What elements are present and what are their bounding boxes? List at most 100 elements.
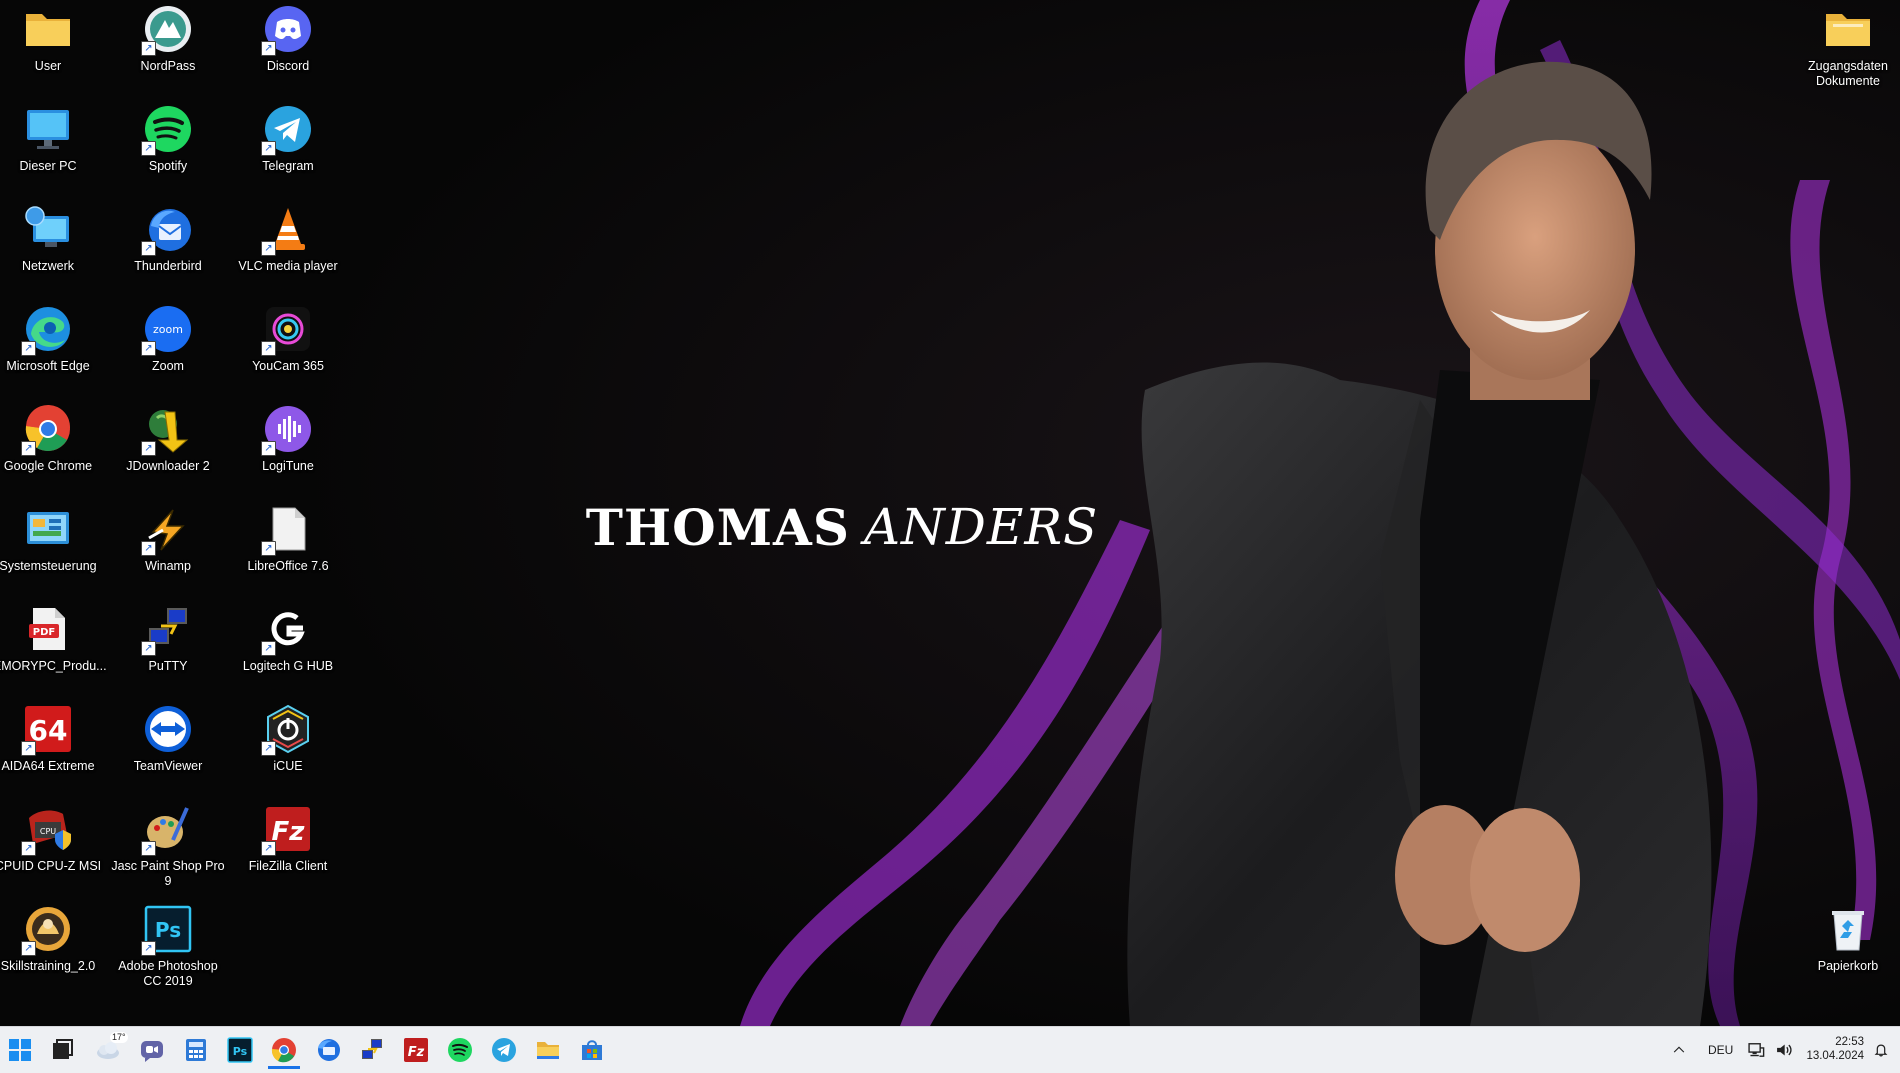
desktop-icon-label: Jasc Paint Shop Pro 9 <box>111 859 225 888</box>
taskbar-chrome-button[interactable] <box>268 1034 300 1069</box>
svg-text:zoom: zoom <box>153 323 183 336</box>
tray-clock[interactable]: 22:53 13.04.2024 <box>1804 1035 1864 1063</box>
tray-network-button[interactable] <box>1742 1034 1770 1066</box>
taskbar-store-button[interactable] <box>576 1034 608 1066</box>
taskbar-photoshop-button[interactable]: Ps <box>224 1034 256 1066</box>
desktop-icon-filezilla[interactable]: Fz ↗ FileZilla Client <box>228 800 348 896</box>
desktop-icon-label: CPUID CPU-Z MSI <box>0 859 102 873</box>
desktop-icon-aida64[interactable]: 64 ↗ AIDA64 Extreme <box>0 700 108 796</box>
tray-volume-button[interactable] <box>1770 1034 1798 1066</box>
shortcut-arrow-icon: ↗ <box>141 941 156 956</box>
desktop-icon-skillstraining[interactable]: ↗ Skillstraining_2.0 <box>0 900 108 996</box>
desktop-icon-label: Discord <box>266 59 310 73</box>
shortcut-arrow-icon: ↗ <box>261 41 276 56</box>
desktop-icon-nordpass[interactable]: ↗ NordPass <box>108 0 228 96</box>
taskbar-spotify-button[interactable] <box>444 1034 476 1066</box>
desktop-icon-dieser-pc[interactable]: Dieser PC <box>0 100 108 196</box>
desktop-icon-label: Systemsteuerung <box>0 559 97 573</box>
desktop-icon-youcam[interactable]: ↗ YouCam 365 <box>228 300 348 396</box>
desktop-icon-label: iCUE <box>273 759 303 773</box>
pdf-icon: PDF <box>29 608 65 650</box>
tray-overflow-button[interactable] <box>1666 1034 1692 1066</box>
taskbar-filezilla-button[interactable]: Fz <box>400 1034 432 1066</box>
task-view-icon <box>53 1039 73 1059</box>
desktop-icon-ghub[interactable]: ↗ Logitech G HUB <box>228 600 348 696</box>
desktop-icon-papierkorb[interactable]: Papierkorb <box>1788 900 1900 996</box>
desktop-icon-cpuz[interactable]: CPU ↗ CPUID CPU-Z MSI <box>0 800 108 896</box>
monitor-icon <box>27 110 69 149</box>
desktop-icon-telegram[interactable]: ↗ Telegram <box>228 100 348 196</box>
shortcut-arrow-icon: ↗ <box>261 841 276 856</box>
taskbar-thunderbird-button[interactable] <box>312 1034 344 1066</box>
desktop-icon-winamp[interactable]: ↗ Winamp <box>108 500 228 596</box>
calculator-icon <box>186 1039 206 1061</box>
shortcut-arrow-icon: ↗ <box>261 641 276 656</box>
taskbar-telegram-button[interactable] <box>488 1034 520 1066</box>
desktop-icon-zugangsdaten[interactable]: Zugangsdaten Dokumente <box>1788 0 1900 96</box>
desktop-icon-label: Telegram <box>262 159 314 173</box>
tray-language[interactable]: DEU <box>1708 1043 1733 1057</box>
desktop-icon-label: IEMORYPC_Produ... <box>0 659 107 673</box>
filezilla-icon: Fz <box>404 1038 428 1062</box>
desktop-icon-microsoft-edge[interactable]: ↗ Microsoft Edge <box>0 300 108 396</box>
desktop-icon-vlc[interactable]: ↗ VLC media player <box>228 200 348 296</box>
desktop-icon-label: Google Chrome <box>3 459 93 473</box>
desktop-icon-label: NordPass <box>140 59 196 73</box>
svg-text:Fz: Fz <box>272 817 306 847</box>
taskbar-task-view-button[interactable] <box>46 1034 78 1066</box>
desktop-icon-libreoffice[interactable]: ↗ LibreOffice 7.6 <box>228 500 348 596</box>
file-explorer-icon <box>537 1042 559 1059</box>
desktop-icon-spotify[interactable]: ↗ Spotify <box>108 100 228 196</box>
taskbar-chat-button[interactable] <box>136 1034 168 1066</box>
desktop-icon-user[interactable]: User <box>0 0 108 96</box>
taskbar-calculator-button[interactable] <box>180 1034 212 1066</box>
taskbar-file-explorer-button[interactable] <box>532 1034 564 1066</box>
svg-text:PDF: PDF <box>33 627 55 638</box>
shortcut-arrow-icon: ↗ <box>21 341 36 356</box>
desktop-icon-pdf[interactable]: PDF IEMORYPC_Produ... <box>0 600 108 696</box>
network-icon <box>25 206 69 247</box>
desktop-icon-paintshop[interactable]: ↗ Jasc Paint Shop Pro 9 <box>108 800 228 896</box>
desktop-icon-photoshop[interactable]: Ps ↗ Adobe Photoshop CC 2019 <box>108 900 228 996</box>
taskbar-start-button[interactable] <box>4 1034 36 1066</box>
desktop-icon-putty[interactable]: ↗ PuTTY <box>108 600 228 696</box>
svg-text:Fz: Fz <box>408 1045 425 1060</box>
svg-text:CPU: CPU <box>40 827 56 836</box>
desktop-icon-label: Netzwerk <box>21 259 75 273</box>
desktop-icon-label: TeamViewer <box>133 759 203 773</box>
desktop-icon-netzwerk[interactable]: Netzwerk <box>0 200 108 296</box>
desktop-icon-zoom[interactable]: zoom ↗ Zoom <box>108 300 228 396</box>
shortcut-arrow-icon: ↗ <box>141 841 156 856</box>
desktop-icon-label: LogiTune <box>262 459 314 473</box>
taskbar-putty-button[interactable] <box>356 1034 388 1066</box>
wallpaper-title-last: ANDERS <box>863 498 1099 556</box>
svg-text:Ps: Ps <box>155 918 181 942</box>
desktop-icon-label: Winamp <box>145 559 191 573</box>
taskbar-weather-button[interactable]: 17° <box>92 1032 128 1066</box>
desktop-icon-label: Spotify <box>148 159 188 173</box>
desktop-icon-discord[interactable]: ↗ Discord <box>228 0 348 96</box>
shortcut-arrow-icon: ↗ <box>141 41 156 56</box>
desktop-icon-jdownloader[interactable]: ↗ JDownloader 2 <box>108 400 228 496</box>
desktop-icon-label: Skillstraining_2.0 <box>0 959 96 973</box>
shortcut-arrow-icon: ↗ <box>21 941 36 956</box>
desktop-icon-label: Zoom <box>152 359 184 373</box>
tray-notification-button[interactable] <box>1868 1034 1894 1066</box>
notification-bell-icon <box>1874 1044 1888 1057</box>
desktop-icon-logitune[interactable]: ↗ LogiTune <box>228 400 348 496</box>
shortcut-arrow-icon: ↗ <box>141 441 156 456</box>
desktop-icon-google-chrome[interactable]: ↗ Google Chrome <box>0 400 108 496</box>
folder-icon <box>1826 14 1870 46</box>
shortcut-arrow-icon: ↗ <box>21 741 36 756</box>
weather-temperature: 17° <box>110 1032 128 1043</box>
desktop-icon-label: YouCam 365 <box>252 359 324 373</box>
shortcut-arrow-icon: ↗ <box>141 141 156 156</box>
desktop-icon-icue[interactable]: ↗ iCUE <box>228 700 348 796</box>
desktop-icon-label: Thunderbird <box>134 259 202 273</box>
desktop-icon-thunderbird[interactable]: ↗ Thunderbird <box>108 200 228 296</box>
desktop-icon-label: LibreOffice 7.6 <box>247 559 329 573</box>
desktop-icon-teamviewer[interactable]: TeamViewer <box>108 700 228 796</box>
putty-icon <box>362 1039 382 1059</box>
desktop-icon-systemsteuerung[interactable]: Systemsteuerung <box>0 500 108 596</box>
shortcut-arrow-icon: ↗ <box>261 541 276 556</box>
